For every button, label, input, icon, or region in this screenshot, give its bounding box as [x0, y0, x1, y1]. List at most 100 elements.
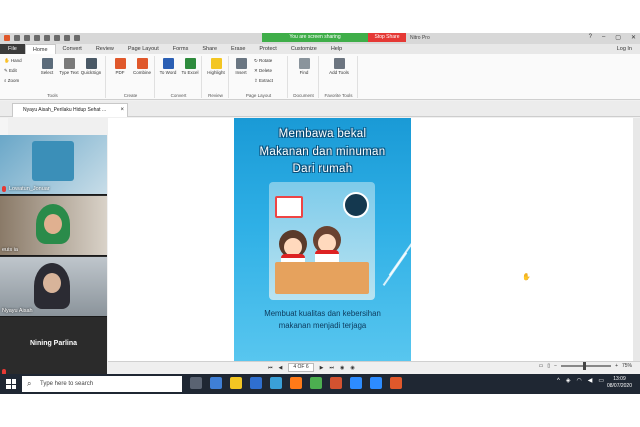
- edge-icon[interactable]: [270, 377, 282, 389]
- menu-file[interactable]: File: [0, 44, 25, 54]
- rotate-button[interactable]: ↻ Rotate: [254, 58, 272, 64]
- hand-tool[interactable]: ✋ Hand: [4, 58, 22, 64]
- menu-home[interactable]: Home: [24, 44, 56, 54]
- to-word-label: To Word: [159, 70, 177, 75]
- page-title-line-3: Dari rumah: [292, 163, 353, 175]
- firefox-icon[interactable]: [290, 377, 302, 389]
- menu-help[interactable]: Help: [324, 44, 349, 54]
- network-icon[interactable]: ◈: [566, 377, 571, 384]
- word-icon: [162, 58, 174, 69]
- redo-icon[interactable]: [64, 35, 70, 41]
- store-icon[interactable]: [210, 377, 222, 389]
- highlight-icon: [210, 58, 222, 69]
- tab-close-icon[interactable]: ×: [120, 104, 124, 117]
- single-page-view-icon[interactable]: ▭: [539, 363, 544, 369]
- participant-tile[interactable]: Lowatun_Jonuar: [0, 135, 107, 195]
- task-view-icon[interactable]: [190, 377, 202, 389]
- help-icon[interactable]: ?: [589, 34, 592, 41]
- participant-tile[interactable]: euis ia: [0, 196, 107, 256]
- document-tab[interactable]: Nyayu Aisah_Perilaku Hidup Sehat ... ×: [12, 103, 128, 117]
- page-title-line-1: Membawa bekal: [278, 128, 367, 140]
- file-explorer-icon[interactable]: [230, 377, 242, 389]
- prev-page-icon[interactable]: ◀: [279, 365, 283, 371]
- close-icon[interactable]: ✕: [631, 34, 636, 41]
- wifi-icon[interactable]: ◠: [576, 377, 581, 384]
- add-tools-label: Add Tools: [329, 70, 349, 75]
- add-tools-icon: [333, 58, 345, 69]
- login-link[interactable]: Log In: [617, 44, 632, 54]
- forward-icon[interactable]: ◉: [350, 365, 354, 371]
- menu-erase[interactable]: Erase: [224, 44, 252, 54]
- battery-icon[interactable]: ▭: [598, 377, 604, 384]
- zoom-app-icon[interactable]: [350, 377, 362, 389]
- type-text-button[interactable]: Type Text: [58, 58, 80, 75]
- minimize-icon[interactable]: –: [602, 34, 605, 41]
- print-icon[interactable]: [34, 35, 40, 41]
- first-page-icon[interactable]: ⏮: [268, 365, 273, 371]
- quicksign-button[interactable]: QuickSign: [80, 58, 102, 75]
- participant-tile[interactable]: Nining Parlina: [0, 318, 107, 378]
- find-button[interactable]: Find: [293, 58, 315, 75]
- taskbar-clock[interactable]: 13:09 08/07/2020: [607, 376, 632, 390]
- document-tab-title: Nyayu Aisah_Perilaku Hidup Sehat ...: [23, 107, 107, 113]
- maximize-icon[interactable]: ▢: [615, 34, 621, 41]
- zoom-out-icon[interactable]: −: [554, 363, 557, 369]
- find-label: Find: [299, 70, 309, 75]
- insert-label: Insert: [235, 70, 247, 75]
- menu-convert[interactable]: Convert: [56, 44, 89, 54]
- page-indicator[interactable]: 4 OF 6: [288, 363, 314, 372]
- taskbar-search-box[interactable]: ⌕ Type here to search: [22, 376, 182, 392]
- participant-tile[interactable]: Nyayu Aisah: [0, 257, 107, 317]
- edit-label: Edit: [9, 68, 17, 73]
- pdf-icon: [114, 58, 126, 69]
- last-page-icon[interactable]: ⏭: [330, 365, 335, 371]
- next-page-icon[interactable]: ▶: [320, 365, 324, 371]
- undo-icon[interactable]: [54, 35, 60, 41]
- show-hidden-icons-icon[interactable]: ^: [557, 378, 560, 384]
- menu-customize[interactable]: Customize: [284, 44, 324, 54]
- email-icon[interactable]: [44, 35, 50, 41]
- zoom-slider[interactable]: [561, 362, 612, 370]
- menu-protect[interactable]: Protect: [252, 44, 283, 54]
- volume-icon[interactable]: ◀: [588, 377, 593, 384]
- insert-icon: [235, 58, 247, 69]
- powerpoint-icon[interactable]: [330, 377, 342, 389]
- windows-start-icon[interactable]: [6, 379, 16, 389]
- highlight-button[interactable]: Highlight: [205, 58, 227, 75]
- desk-illustration: [275, 262, 369, 294]
- chrome-icon[interactable]: [310, 377, 322, 389]
- menu-review[interactable]: Review: [89, 44, 121, 54]
- back-icon[interactable]: ◉: [340, 365, 344, 371]
- combine-button[interactable]: Combine: [131, 58, 153, 75]
- vertical-scrollbar[interactable]: [633, 118, 640, 361]
- mail-icon[interactable]: [250, 377, 262, 389]
- menu-page-layout[interactable]: Page Layout: [121, 44, 166, 54]
- zoom-tool[interactable]: ⌕ Zoom: [4, 78, 19, 83]
- zoom-slider-knob[interactable]: [583, 362, 587, 370]
- save-icon[interactable]: [24, 35, 30, 41]
- zoom-in-icon[interactable]: +: [615, 363, 618, 369]
- delete-button[interactable]: ✕ Delete: [254, 68, 272, 74]
- to-word-button[interactable]: To Word: [157, 58, 179, 75]
- nitro-pro-icon[interactable]: [390, 377, 402, 389]
- continuous-view-icon[interactable]: ▯: [547, 363, 550, 369]
- pdf-page: Membawa bekal Makanan dan minuman Dari r…: [234, 118, 411, 361]
- extract-button[interactable]: ⇪ Extract: [254, 78, 273, 84]
- zoom-meeting-icon[interactable]: [370, 377, 382, 389]
- add-tools-button[interactable]: Add Tools: [328, 58, 350, 75]
- select-button[interactable]: Select: [36, 58, 58, 75]
- stop-share-button[interactable]: Stop Share: [368, 33, 406, 42]
- customize-icon[interactable]: [74, 35, 80, 41]
- menu-share[interactable]: Share: [195, 44, 224, 54]
- ribbon-group-tools: ✋ Hand ✎ Edit ⌕ Zoom Select Type Text Qu…: [0, 56, 106, 98]
- highlight-label: Highlight: [207, 70, 225, 75]
- insert-button[interactable]: Insert: [230, 58, 252, 75]
- edit-tool[interactable]: ✎ Edit: [4, 68, 17, 74]
- open-icon[interactable]: [14, 35, 20, 41]
- window-controls: ? – ▢ ✕: [589, 34, 636, 41]
- menu-forms[interactable]: Forms: [166, 44, 196, 54]
- to-excel-button[interactable]: To Excel: [179, 58, 201, 75]
- participant-name: Nyayu Aisah: [2, 308, 33, 314]
- pdf-button[interactable]: PDF: [109, 58, 131, 75]
- screen-sharing-indicator: You are screen sharing: [262, 33, 368, 42]
